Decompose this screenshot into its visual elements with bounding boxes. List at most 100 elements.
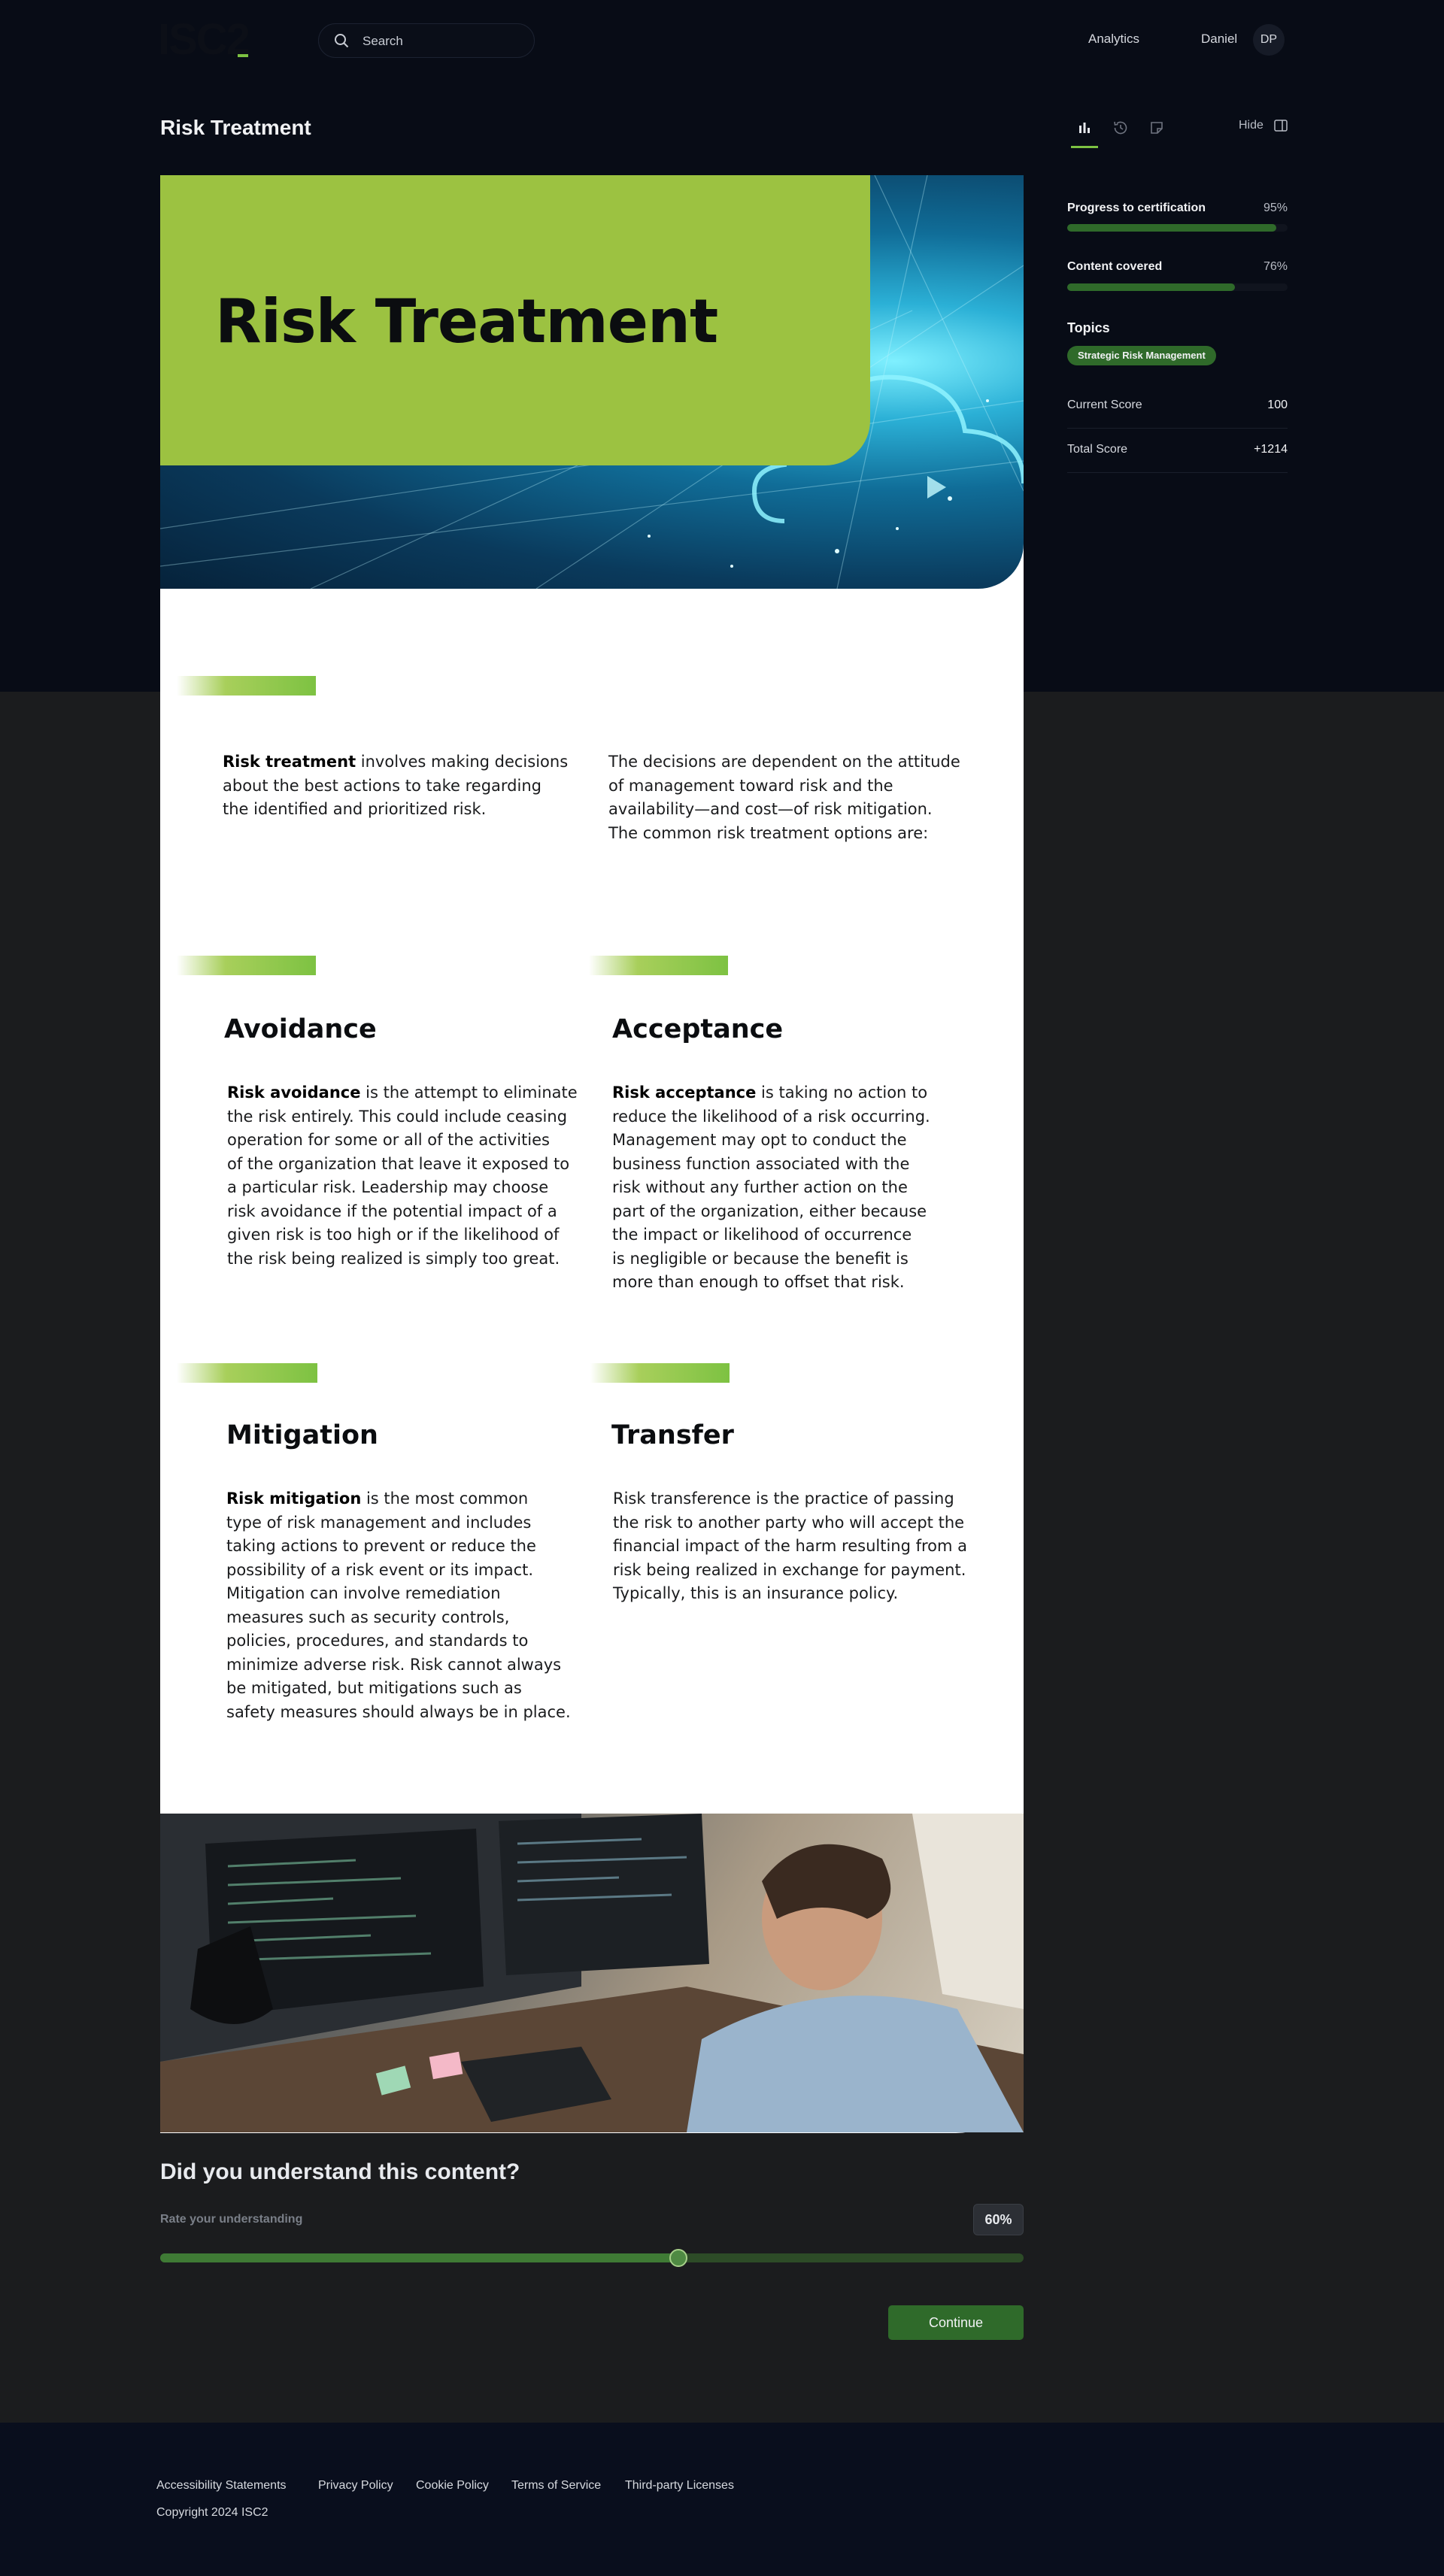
- intro-right-text: The decisions are dependent on the attit…: [608, 750, 984, 845]
- section-divider: [177, 676, 316, 696]
- text-line: Mitigation can involve remediation: [226, 1584, 501, 1602]
- text-line: the impact or likelihood of occurrence: [612, 1226, 912, 1244]
- transfer-text: Risk transference is the practice of pas…: [613, 1487, 989, 1606]
- text-line: is negligible or because the benefit is: [612, 1249, 909, 1268]
- section-divider: [589, 956, 728, 975]
- topics-label: Topics: [1067, 320, 1110, 335]
- intro-right-line: of management toward risk and the: [608, 776, 893, 795]
- progress-bar-fill: [1067, 224, 1277, 232]
- text-line: more than enough to offset that risk.: [612, 1273, 905, 1291]
- text-line: is the most common: [361, 1490, 529, 1508]
- hero-title-panel: Risk Treatment: [160, 175, 870, 465]
- footer-link-third-party[interactable]: Third-party Licenses: [625, 2479, 734, 2493]
- text-line: safety measures should always be in plac…: [226, 1702, 571, 1721]
- footer-link-terms[interactable]: Terms of Service: [511, 2479, 601, 2493]
- footer-link-cookie[interactable]: Cookie Policy: [416, 2479, 489, 2493]
- intro-right-line: availability—and cost—of risk mitigation…: [608, 800, 933, 818]
- footer-link-accessibility[interactable]: Accessibility Statements: [156, 2479, 287, 2493]
- text-line: of the organization that leave it expose…: [227, 1154, 570, 1173]
- progress-bar: [1067, 224, 1288, 232]
- text-line: risk being realized in exchange for paym…: [613, 1560, 966, 1579]
- text-line: financial impact of the harm resulting f…: [613, 1537, 968, 1555]
- text-line: policies, procedures, and standards to: [226, 1632, 529, 1650]
- intro-left-line: about the best actions to take regarding: [223, 776, 542, 795]
- text-line: possibility of a risk event or its impac…: [226, 1560, 534, 1579]
- acceptance-text: Risk acceptance is taking no action to r…: [612, 1081, 973, 1295]
- search-box[interactable]: Search: [318, 23, 535, 58]
- panel-toggle-icon[interactable]: [1273, 118, 1288, 133]
- understanding-question: Did you understand this content?: [160, 2159, 520, 2184]
- intro-left-line: the identified and prioritized risk.: [223, 800, 487, 818]
- total-score-value: +1214: [1254, 443, 1288, 456]
- user-name[interactable]: Daniel: [1201, 32, 1237, 47]
- total-score-label: Total Score: [1067, 443, 1128, 456]
- total-score-row: Total Score +1214: [1067, 429, 1288, 473]
- current-score-value: 100: [1267, 399, 1288, 411]
- tab-analytics[interactable]: [1071, 119, 1098, 148]
- mitigation-bold: Risk mitigation: [226, 1490, 362, 1508]
- text-line: the risk entirely. This could include ce…: [227, 1107, 568, 1126]
- understanding-subtitle: Rate your understanding: [160, 2213, 303, 2226]
- hero-title: Risk Treatment: [215, 286, 718, 356]
- footer-link-privacy[interactable]: Privacy Policy: [318, 2479, 393, 2493]
- search-placeholder: Search: [363, 34, 403, 48]
- understanding-slider[interactable]: [160, 2253, 1024, 2262]
- isc2-logo[interactable]: ISC2: [158, 18, 250, 62]
- text-line: be mitigated, but mitigations such as: [226, 1679, 522, 1697]
- text-line: Management may opt to conduct the: [612, 1131, 907, 1149]
- understanding-slider-thumb[interactable]: [669, 2249, 687, 2267]
- intro-right-line: The common risk treatment options are:: [608, 823, 929, 842]
- text-line: taking actions to prevent or reduce the: [226, 1537, 536, 1555]
- copyright: Copyright 2024 ISC2: [156, 2506, 268, 2519]
- note-icon: [1151, 122, 1163, 134]
- content-covered-label: Content covered: [1067, 260, 1163, 273]
- section-divider: [177, 956, 316, 975]
- acceptance-heading: Acceptance: [612, 1014, 784, 1044]
- text-line: measures such as security controls,: [226, 1608, 510, 1626]
- text-line: the risk being realized is simply too gr…: [227, 1249, 560, 1268]
- logo-accent: [238, 54, 248, 57]
- progress-percent: 95%: [1263, 202, 1288, 214]
- tab-notes[interactable]: [1148, 119, 1166, 137]
- section-divider: [177, 1363, 317, 1383]
- hide-panel-button[interactable]: Hide: [1239, 119, 1264, 132]
- text-line: type of risk management and includes: [226, 1513, 532, 1532]
- avatar[interactable]: DP: [1253, 24, 1285, 56]
- nav-analytics-link[interactable]: Analytics: [1088, 32, 1139, 47]
- content-covered-bar-fill: [1067, 283, 1235, 291]
- intro-right-line: The decisions are dependent on the attit…: [608, 753, 960, 771]
- content-covered-percent: 76%: [1263, 260, 1288, 273]
- section-divider: [590, 1363, 730, 1383]
- top-header: ISC2 Search Analytics Daniel DP: [0, 0, 1444, 80]
- text-line: a particular risk. Leadership may choose: [227, 1178, 549, 1196]
- text-line: risk without any further action on the: [612, 1178, 908, 1196]
- text-line: Risk transference is the practice of pas…: [613, 1490, 954, 1508]
- understanding-value[interactable]: 60%: [973, 2204, 1024, 2235]
- text-line: risk avoidance if the potential impact o…: [227, 1202, 557, 1220]
- text-line: Typically, this is an insurance policy.: [613, 1584, 899, 1602]
- current-score-row: Current Score 100: [1067, 385, 1288, 429]
- intro-left-bold: Risk treatment: [223, 753, 356, 771]
- continue-button[interactable]: Continue: [888, 2305, 1024, 2340]
- current-score-label: Current Score: [1067, 399, 1142, 411]
- text-line: given risk is too high or if the likelih…: [227, 1226, 560, 1244]
- text-line: the risk to another party who will accep…: [613, 1513, 965, 1532]
- page-title: Risk Treatment: [160, 116, 311, 139]
- text-line: operation for some or all of the activit…: [227, 1131, 550, 1149]
- mitigation-heading: Mitigation: [226, 1420, 378, 1450]
- avoidance-heading: Avoidance: [224, 1014, 377, 1044]
- text-line: reduce the likelihood of a risk occurrin…: [612, 1107, 930, 1126]
- developer-photo-illustration: [160, 1814, 1024, 2132]
- text-line: is the attempt to eliminate: [360, 1083, 578, 1102]
- text-line: part of the organization, either because: [612, 1202, 927, 1220]
- bar-chart-icon: [1079, 123, 1090, 133]
- text-line: is taking no action to: [756, 1083, 928, 1102]
- developer-photo: [160, 1814, 1024, 2132]
- content-covered-bar: [1067, 283, 1288, 291]
- intro-left-text: Risk treatment involves making decisions…: [223, 750, 569, 822]
- history-icon: [1114, 121, 1127, 135]
- tab-history[interactable]: [1112, 119, 1130, 137]
- topic-chip[interactable]: Strategic Risk Management: [1067, 346, 1216, 365]
- mitigation-text: Risk mitigation is the most common type …: [226, 1487, 602, 1724]
- acceptance-bold: Risk acceptance: [612, 1083, 757, 1102]
